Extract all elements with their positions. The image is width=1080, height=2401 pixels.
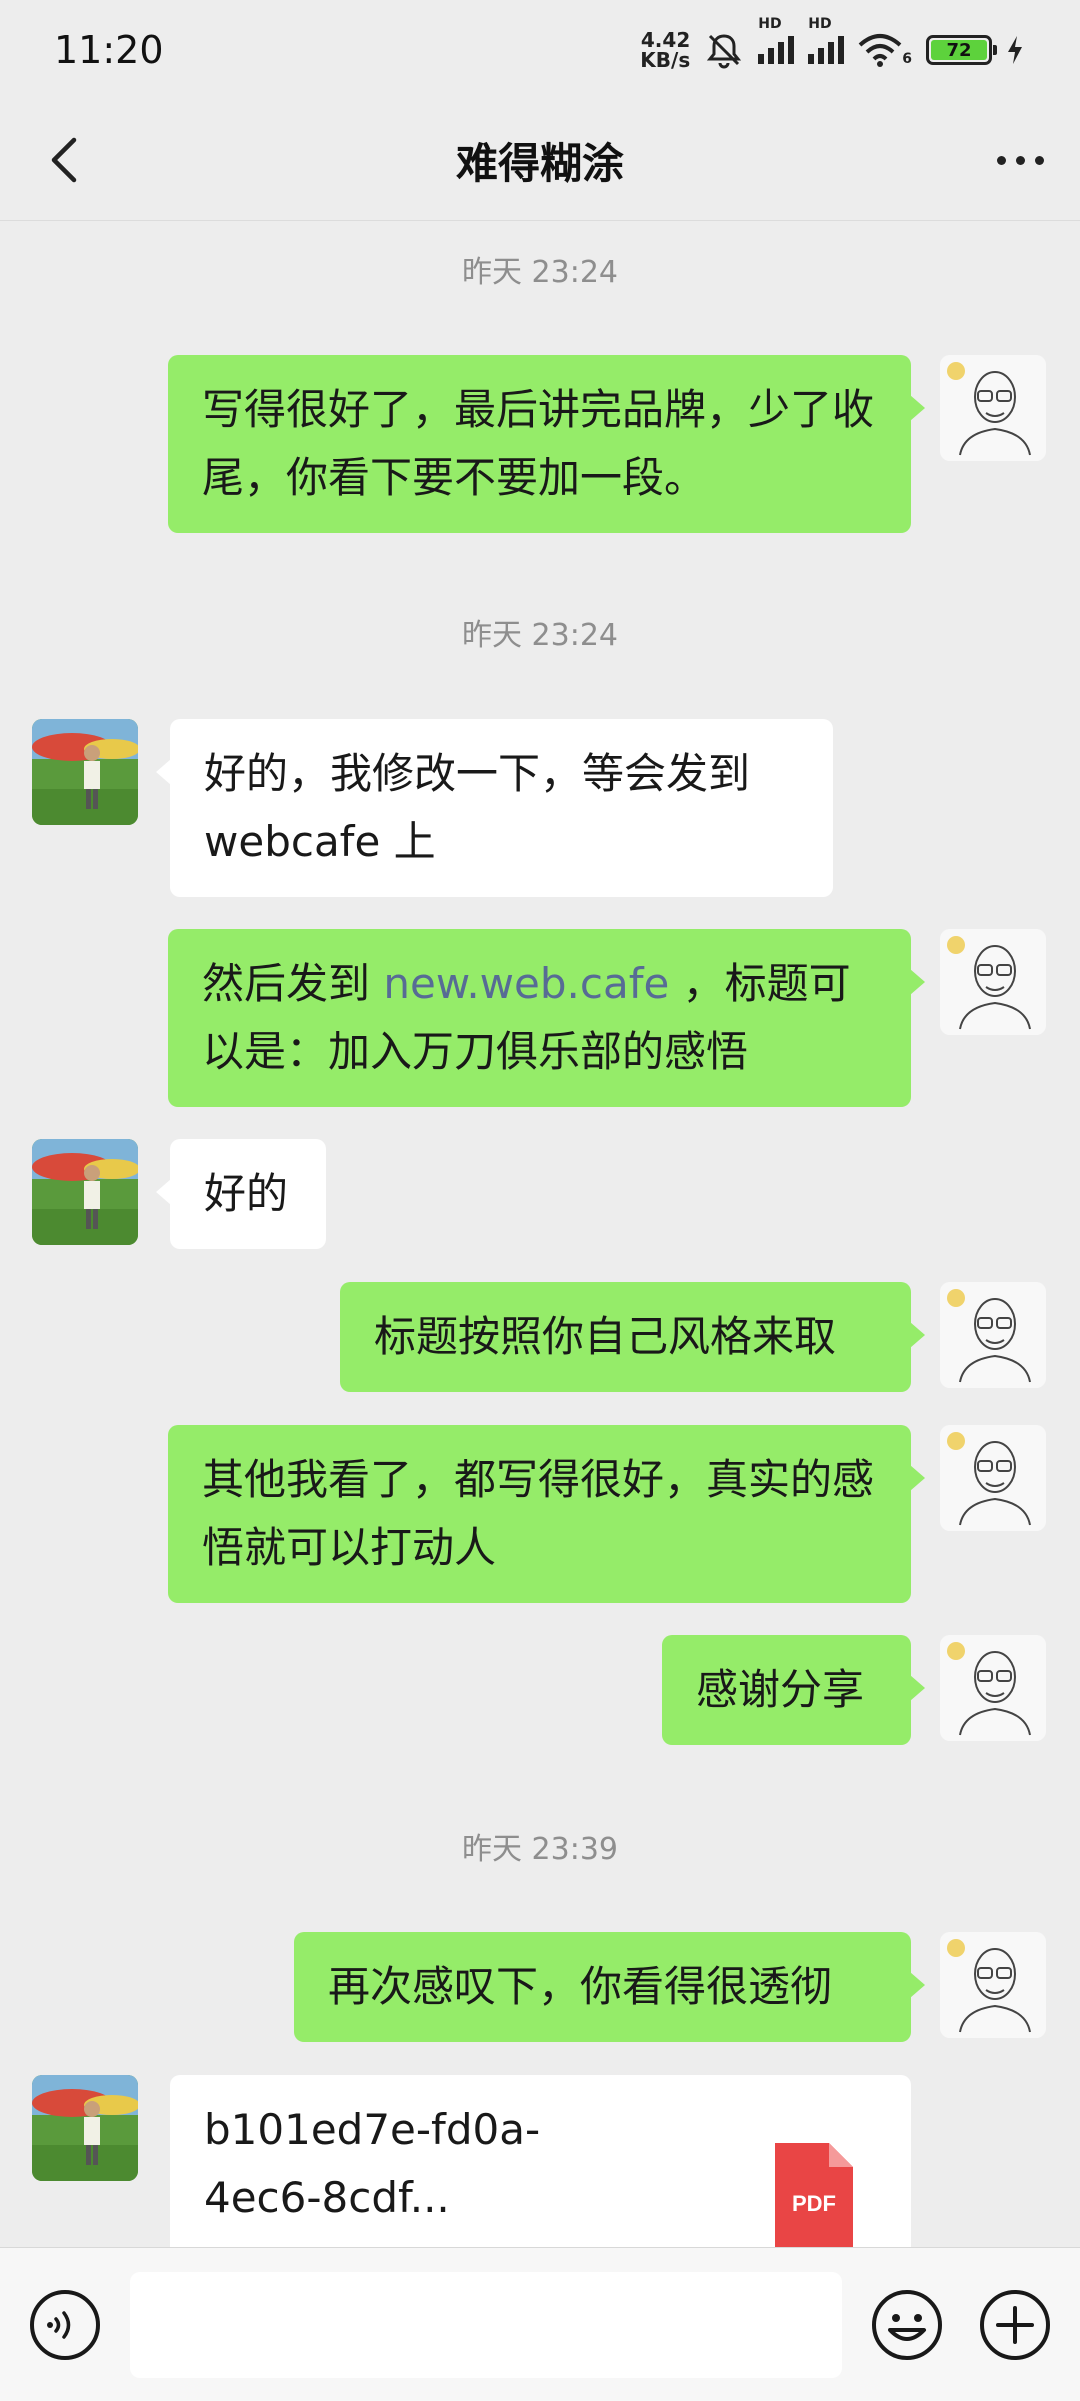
battery-level: 72	[931, 40, 987, 61]
avatar-photo-icon	[32, 2075, 138, 2181]
message-bubble-sent[interactable]: 再次感叹下，你看得很透彻	[294, 1932, 925, 2042]
message-link[interactable]: new.web.cafe	[383, 959, 669, 1008]
message-bubble-sent[interactable]: 感谢分享	[662, 1635, 925, 1745]
message-input[interactable]	[130, 2272, 842, 2378]
signal-label-2: HD	[808, 16, 832, 32]
avatar-portrait-icon	[940, 929, 1046, 1035]
file-name: b101ed7e-fd0a-4ec6-8cdf...	[204, 2105, 541, 2222]
charging-icon	[1008, 36, 1022, 64]
wifi: 6	[858, 33, 912, 67]
signal-label-1: HD	[758, 16, 782, 32]
chevron-left-icon[interactable]	[38, 130, 98, 190]
message-bubble-received[interactable]: 好的，我修改一下，等会发到webcafe 上	[156, 719, 833, 897]
avatar-contact[interactable]	[32, 719, 138, 825]
pdf-file-icon: PDF	[775, 2143, 853, 2247]
signal-1: HD	[758, 16, 795, 68]
message-bubble-sent[interactable]: 其他我看了，都写得很好，真实的感悟就可以打动人	[168, 1425, 925, 1603]
voice-icon[interactable]	[28, 2288, 102, 2362]
input-bar	[0, 2247, 1080, 2401]
avatar-contact[interactable]	[32, 1139, 138, 1245]
wifi-label: 6	[902, 51, 912, 67]
message-bubble-received[interactable]: 好的	[156, 1139, 326, 1249]
timestamp: 昨天 23:24	[462, 618, 618, 653]
avatar-portrait-icon	[940, 1425, 1046, 1531]
mute-bell-icon	[707, 34, 742, 69]
message-bubble-sent[interactable]: 标题按照你自己风格来取	[340, 1282, 925, 1392]
chat-title: 难得糊涂	[455, 138, 624, 188]
avatar-self[interactable]	[940, 355, 1046, 461]
avatar-portrait-icon	[940, 355, 1046, 461]
file-message-card[interactable]: b101ed7e-fd0a-4ec6-8cdf... PDF	[170, 2075, 911, 2247]
pdf-label: PDF	[792, 2191, 836, 2216]
net-speed-value: 4.42	[640, 28, 691, 52]
avatar-portrait-icon	[940, 1282, 1046, 1388]
avatar-photo-icon	[32, 719, 138, 825]
status-icons: 4.42 KB/s HD HD 6 72	[640, 16, 1024, 70]
message-list[interactable]: 昨天 23:24 写得很好了，最后讲完品牌，少了收尾，你看下要不要加一段。 昨天…	[0, 221, 1080, 2247]
net-speed: 4.42 KB/s	[640, 30, 690, 70]
emoji-icon[interactable]	[870, 2288, 944, 2362]
avatar-self[interactable]	[940, 1425, 1046, 1531]
avatar-contact[interactable]	[32, 2075, 138, 2181]
more-dots-icon[interactable]	[997, 140, 1044, 180]
message-bubble-sent[interactable]: 然后发到 new.web.cafe ，标题可以是：加入万刀俱乐部的感悟	[168, 929, 925, 1107]
signal-icon	[758, 32, 795, 64]
timestamp: 昨天 23:24	[462, 255, 618, 290]
avatar-self[interactable]	[940, 1932, 1046, 2038]
status-time: 11:20	[54, 28, 164, 72]
chat-header: 难得糊涂	[0, 100, 1080, 221]
battery-icon: 72	[926, 35, 997, 65]
avatar-portrait-icon	[940, 1635, 1046, 1741]
signal-icon	[808, 32, 845, 64]
timestamp: 昨天 23:39	[462, 1832, 618, 1867]
wifi-icon	[858, 34, 902, 67]
avatar-self[interactable]	[940, 1635, 1046, 1741]
net-speed-unit: KB/s	[640, 48, 691, 72]
status-bar: 11:20 4.42 KB/s HD HD 6 72	[0, 0, 1080, 100]
avatar-self[interactable]	[940, 1282, 1046, 1388]
signal-2: HD	[808, 16, 845, 68]
avatar-self[interactable]	[940, 929, 1046, 1035]
plus-icon[interactable]	[978, 2288, 1052, 2362]
avatar-portrait-icon	[940, 1932, 1046, 2038]
message-bubble-sent[interactable]: 写得很好了，最后讲完品牌，少了收尾，你看下要不要加一段。	[168, 355, 925, 533]
message-text: 然后发到	[202, 959, 384, 1008]
avatar-photo-icon	[32, 1139, 138, 1245]
